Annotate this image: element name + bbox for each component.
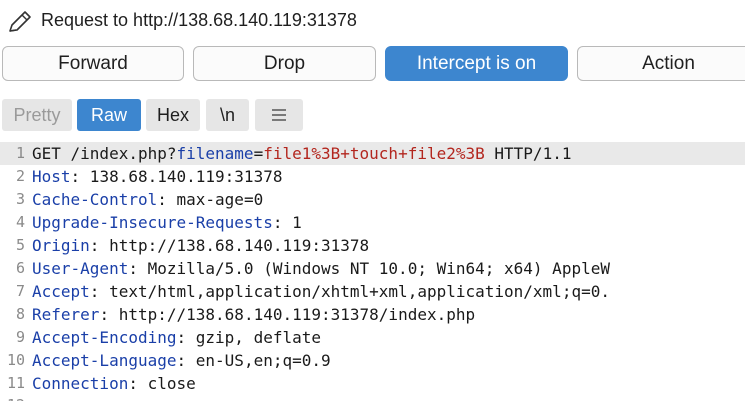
line-number: 8	[15, 305, 25, 323]
line-number: 1	[15, 144, 25, 162]
code-line: 5 Origin: http://138.68.140.119:31378	[0, 234, 745, 257]
code-line: 1 GET /index.php?filename=file1%3B+touch…	[0, 142, 745, 165]
tab-raw[interactable]: Raw	[77, 99, 141, 131]
header-line: Upgrade-Insecure-Requests: 1	[32, 213, 302, 232]
query-param-name: filename	[176, 144, 254, 163]
view-tabs: Pretty Raw Hex \n	[0, 99, 745, 132]
code-line: 9 Accept-Encoding: gzip, deflate	[0, 326, 745, 349]
code-line: 4 Upgrade-Insecure-Requests: 1	[0, 211, 745, 234]
header-value: text/html,application/xhtml+xml,applicat…	[99, 282, 610, 301]
header-value: 138.68.140.119:31378	[80, 167, 283, 186]
header-value: 1	[282, 213, 302, 232]
header-line: Cache-Control: max-age=0	[32, 190, 264, 209]
header-name: Referer	[32, 305, 100, 324]
tab-pretty[interactable]: Pretty	[2, 99, 72, 131]
header-name: Host	[32, 167, 71, 186]
header-line: Accept-Encoding: gzip, deflate	[32, 328, 321, 347]
query-param-value: file1%3B+touch+file2%3B	[263, 144, 485, 163]
tab-newline[interactable]: \n	[206, 99, 249, 131]
header-line: Origin: http://138.68.140.119:31378	[32, 236, 370, 255]
action-buttons: Forward Drop Intercept is on Action	[0, 46, 745, 84]
pencil-icon[interactable]	[6, 9, 34, 35]
action-button[interactable]: Action	[577, 46, 745, 81]
request-title: Request to http://138.68.140.119:31378	[41, 10, 357, 30]
header-name: Accept-Language	[32, 351, 177, 370]
drop-button[interactable]: Drop	[193, 46, 376, 81]
line-number: 7	[15, 282, 25, 300]
code-line: 11 Connection: close	[0, 372, 745, 395]
header-name: Connection	[32, 374, 129, 393]
request-protocol: HTTP/1.1	[484, 144, 572, 163]
header-line: Host: 138.68.140.119:31378	[32, 167, 283, 186]
header-line: Connection: close	[32, 374, 196, 393]
intercept-toggle-button[interactable]: Intercept is on	[385, 46, 568, 81]
header-name: Accept	[32, 282, 90, 301]
request-title-bar: Request to http://138.68.140.119:31378	[0, 0, 745, 42]
header-value: http://138.68.140.119:31378	[99, 236, 370, 255]
request-editor[interactable]: 1 GET /index.php?filename=file1%3B+touch…	[0, 142, 745, 401]
header-value: gzip, deflate	[186, 328, 321, 347]
line-number: 4	[15, 213, 25, 231]
header-line: Referer: http://138.68.140.119:31378/ind…	[32, 305, 476, 324]
code-line: 6 User-Agent: Mozilla/5.0 (Windows NT 10…	[0, 257, 745, 280]
forward-button[interactable]: Forward	[2, 46, 184, 81]
tab-hex[interactable]: Hex	[146, 99, 200, 131]
header-line: User-Agent: Mozilla/5.0 (Windows NT 10.0…	[32, 259, 610, 278]
line-number: 10	[6, 351, 25, 369]
header-value: max-age=0	[166, 190, 264, 209]
code-line: 8 Referer: http://138.68.140.119:31378/i…	[0, 303, 745, 326]
code-line: 12	[0, 394, 745, 401]
header-value: en-US,en;q=0.9	[186, 351, 331, 370]
header-name: Upgrade-Insecure-Requests	[32, 213, 273, 232]
code-line: 3 Cache-Control: max-age=0	[0, 188, 745, 211]
header-name: Accept-Encoding	[32, 328, 177, 347]
code-line: 7 Accept: text/html,application/xhtml+xm…	[0, 280, 745, 303]
line-number: 6	[15, 259, 25, 277]
header-value: http://138.68.140.119:31378/index.php	[109, 305, 476, 324]
line-number: 11	[6, 374, 25, 392]
code-line: 10 Accept-Language: en-US,en;q=0.9	[0, 349, 745, 372]
header-name: User-Agent	[32, 259, 129, 278]
line-number: 9	[15, 328, 25, 346]
code-line: 2 Host: 138.68.140.119:31378	[0, 165, 745, 188]
header-line: Accept-Language: en-US,en;q=0.9	[32, 351, 331, 370]
request-method-path: GET /index.php?	[32, 144, 177, 163]
header-value: close	[137, 374, 196, 393]
line-number: 3	[15, 190, 25, 208]
header-value: Mozilla/5.0 (Windows NT 10.0; Win64; x64…	[137, 259, 610, 278]
header-name: Cache-Control	[32, 190, 158, 209]
header-name: Origin	[32, 236, 90, 255]
query-equals: =	[253, 144, 264, 163]
hamburger-icon	[272, 109, 286, 121]
line-number: 5	[15, 236, 25, 254]
line-number: 12	[0, 394, 25, 401]
header-line: Accept: text/html,application/xhtml+xml,…	[32, 282, 610, 301]
request-line: GET /index.php?filename=file1%3B+touch+f…	[32, 142, 571, 165]
line-number: 2	[15, 167, 25, 185]
menu-button[interactable]	[255, 99, 303, 131]
